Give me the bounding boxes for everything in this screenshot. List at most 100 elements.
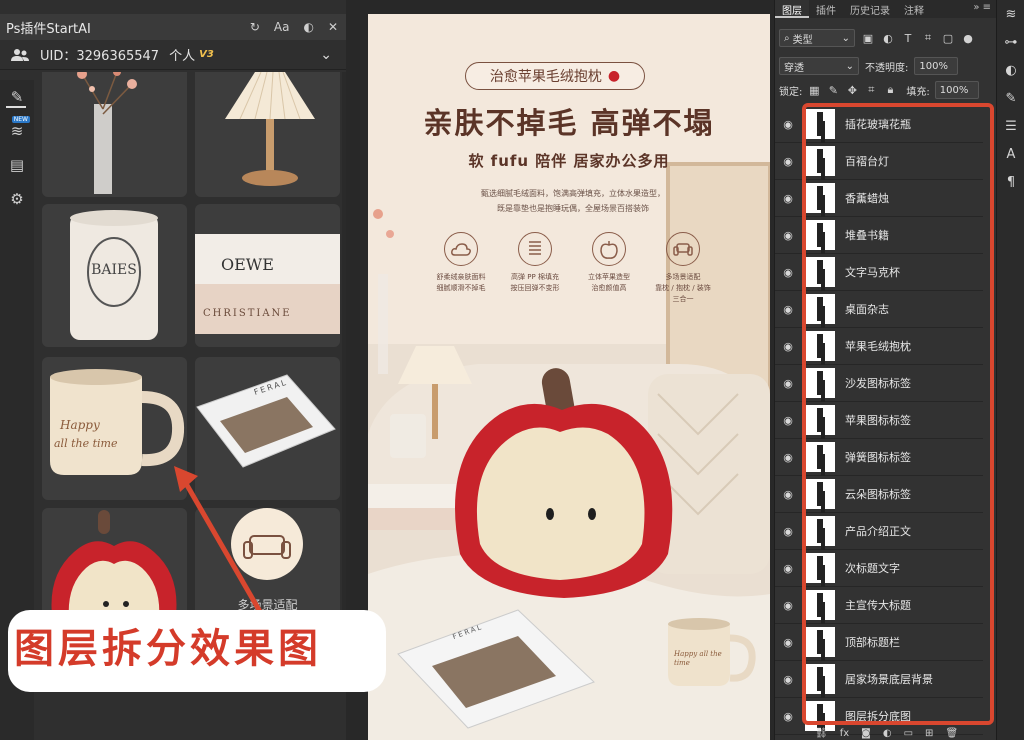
lock-all-icon[interactable]: 🔒︎ xyxy=(883,83,897,97)
eye-icon[interactable]: ◉ xyxy=(775,525,801,538)
layer-name: 居家场景底层背景 xyxy=(845,673,933,686)
layer-thumbnail xyxy=(805,479,835,509)
link-layers-icon[interactable]: ⛓ xyxy=(815,728,828,739)
filter-type-value: 类型 xyxy=(792,34,813,46)
eye-icon[interactable]: ◉ xyxy=(775,192,801,205)
lock-move-icon[interactable]: ✥ xyxy=(845,83,859,97)
close-icon[interactable]: ✕ xyxy=(328,20,338,34)
sliders-icon[interactable]: ☰ xyxy=(997,112,1024,140)
fx-icon[interactable]: fx xyxy=(840,728,849,739)
thumb-aroma-candle[interactable]: BAIES xyxy=(42,204,187,347)
layer-row[interactable]: ◉ 次标题文字 xyxy=(775,550,983,587)
desc-line-2: 既是靠垫也是抱睡玩偶，全屋场景百搭装饰 xyxy=(497,204,649,213)
lock-artboard-icon[interactable]: ⌗ xyxy=(864,83,878,97)
tab-history[interactable]: 历史记录 xyxy=(843,0,897,18)
layer-row[interactable]: ◉ 主宣传大标题 xyxy=(775,587,983,624)
layer-row[interactable]: ◉ 香薰蜡烛 xyxy=(775,180,983,217)
arrange-icon[interactable]: ⊶ xyxy=(997,28,1024,56)
eye-icon[interactable]: ◉ xyxy=(775,266,801,279)
layer-list: ◉ 插花玻璃花瓶 ◉ 百褶台灯 ◉ 香薰蜡烛 ◉ 堆叠书籍 ◉ 文字马克杯 ◉ 桌面杂志 ◉… xyxy=(775,106,987,735)
eye-icon[interactable]: ◉ xyxy=(775,673,801,686)
product-poster-canvas[interactable]: 治愈苹果毛绒抱枕 ● 亲肤不掉毛 高弹不塌 软 fufu 陪伴 居家办公多用 甄… xyxy=(368,14,770,740)
type-filter-icon[interactable]: T xyxy=(901,31,915,45)
edit-pen-icon[interactable]: ✎ xyxy=(0,80,34,114)
document-icon[interactable]: ▤ xyxy=(0,148,34,182)
eye-icon[interactable]: ◉ xyxy=(775,451,801,464)
layer-name: 图层拆分底图 xyxy=(845,710,911,723)
users-icon xyxy=(11,48,29,61)
chevron-down-icon[interactable]: ⌄ xyxy=(320,47,332,63)
eye-icon[interactable]: ◉ xyxy=(775,562,801,575)
smart-object-filter-icon[interactable]: ▢ xyxy=(941,31,955,45)
new-layer-icon[interactable]: ⊞ xyxy=(925,728,933,739)
layer-name: 堆叠书籍 xyxy=(845,229,889,242)
refresh-icon[interactable]: ↻ xyxy=(250,20,260,34)
adjustment-layer-icon[interactable]: ◐ xyxy=(883,728,892,739)
filter-type-select[interactable]: ⌕ 类型 ⌄ xyxy=(779,29,855,47)
layer-row[interactable]: ◉ 苹果毛绒抱枕 xyxy=(775,328,983,365)
eye-icon[interactable]: ◉ xyxy=(775,710,801,723)
layer-name: 产品介绍正文 xyxy=(845,525,911,538)
settings-gear-icon[interactable]: ⚙ xyxy=(0,182,34,216)
layer-row[interactable]: ◉ 沙发图标标签 xyxy=(775,365,983,402)
fill-input[interactable]: 100% xyxy=(934,81,979,99)
layer-row[interactable]: ◉ 桌面杂志 xyxy=(775,291,983,328)
layers-stack-icon[interactable]: ≋ NEW xyxy=(0,114,34,148)
layer-name: 云朵图标标签 xyxy=(845,488,911,501)
tab-notes[interactable]: 注释 xyxy=(897,0,931,18)
thumb-flower-vase[interactable] xyxy=(42,72,187,197)
layer-thumbnail xyxy=(805,664,835,694)
chevron-down-icon: ⌄ xyxy=(845,60,854,72)
eye-icon[interactable]: ◉ xyxy=(775,155,801,168)
lock-transparent-icon[interactable]: ▦ xyxy=(807,83,821,97)
layer-row[interactable]: ◉ 百褶台灯 xyxy=(775,143,983,180)
opacity-input[interactable]: 100% xyxy=(914,57,959,75)
eye-icon[interactable]: ◉ xyxy=(775,229,801,242)
paragraph-icon[interactable]: ¶ xyxy=(997,168,1024,196)
eye-icon[interactable]: ◉ xyxy=(775,599,801,612)
pixel-filter-icon[interactable]: ▣ xyxy=(861,31,875,45)
shape-filter-icon[interactable]: ⌗ xyxy=(921,31,935,45)
filter-toggle-icon[interactable]: ● xyxy=(961,31,975,45)
trash-icon[interactable]: 🗑︎ xyxy=(945,728,958,739)
brush-icon[interactable]: ✎ xyxy=(997,84,1024,112)
thumb-apple-pillow[interactable] xyxy=(42,508,187,612)
eye-icon[interactable]: ◉ xyxy=(775,488,801,501)
blend-mode-select[interactable]: 穿透 ⌄ xyxy=(779,57,859,75)
layer-row[interactable]: ◉ 居家场景底层背景 xyxy=(775,661,983,698)
layer-row[interactable]: ◉ 文字马克杯 xyxy=(775,254,983,291)
adjustment-filter-icon[interactable]: ◐ xyxy=(881,31,895,45)
eye-icon[interactable]: ◉ xyxy=(775,340,801,353)
adjust-icon[interactable]: ◐ xyxy=(997,56,1024,84)
layer-thumbnail xyxy=(805,109,835,139)
vip-badge: V3 xyxy=(199,49,214,60)
thumb-stacked-books[interactable]: OEWE CHRISTIANE xyxy=(195,204,340,347)
font-size-button[interactable]: Aa xyxy=(274,20,290,34)
group-folder-icon[interactable]: ▭ xyxy=(904,728,913,739)
layer-row[interactable]: ◉ 云朵图标标签 xyxy=(775,476,983,513)
tab-plugins[interactable]: 插件 xyxy=(809,0,843,18)
mask-icon[interactable]: ◙ xyxy=(861,728,871,739)
layer-row[interactable]: ◉ 堆叠书籍 xyxy=(775,217,983,254)
eye-icon[interactable]: ◉ xyxy=(775,414,801,427)
eye-icon[interactable]: ◉ xyxy=(775,377,801,390)
theme-icon[interactable]: ◐ xyxy=(303,20,313,34)
layer-row[interactable]: ◉ 弹簧图标标签 xyxy=(775,439,983,476)
tab-layers[interactable]: 图层 xyxy=(775,0,809,18)
thumb-text-mug[interactable]: Happy all the time xyxy=(42,357,187,500)
eye-icon[interactable]: ◉ xyxy=(775,118,801,131)
mug-text-2: all the time xyxy=(54,437,118,450)
thumb-pleated-lamp[interactable] xyxy=(195,72,340,197)
layer-row[interactable]: ◉ 顶部标题栏 xyxy=(775,624,983,661)
caption-text: 图层拆分效果图 xyxy=(14,625,322,672)
cloud-icon xyxy=(444,232,478,266)
panel-menu-icon[interactable]: » ≡ xyxy=(973,2,991,13)
lock-paint-icon[interactable]: ✎ xyxy=(826,83,840,97)
layer-row[interactable]: ◉ 产品介绍正文 xyxy=(775,513,983,550)
layer-row[interactable]: ◉ 插花玻璃花瓶 xyxy=(775,106,983,143)
layer-row[interactable]: ◉ 苹果图标标签 xyxy=(775,402,983,439)
eye-icon[interactable]: ◉ xyxy=(775,303,801,316)
layers-stack-icon[interactable]: ≋ xyxy=(997,0,1024,28)
eye-icon[interactable]: ◉ xyxy=(775,636,801,649)
character-icon[interactable]: A xyxy=(997,140,1024,168)
